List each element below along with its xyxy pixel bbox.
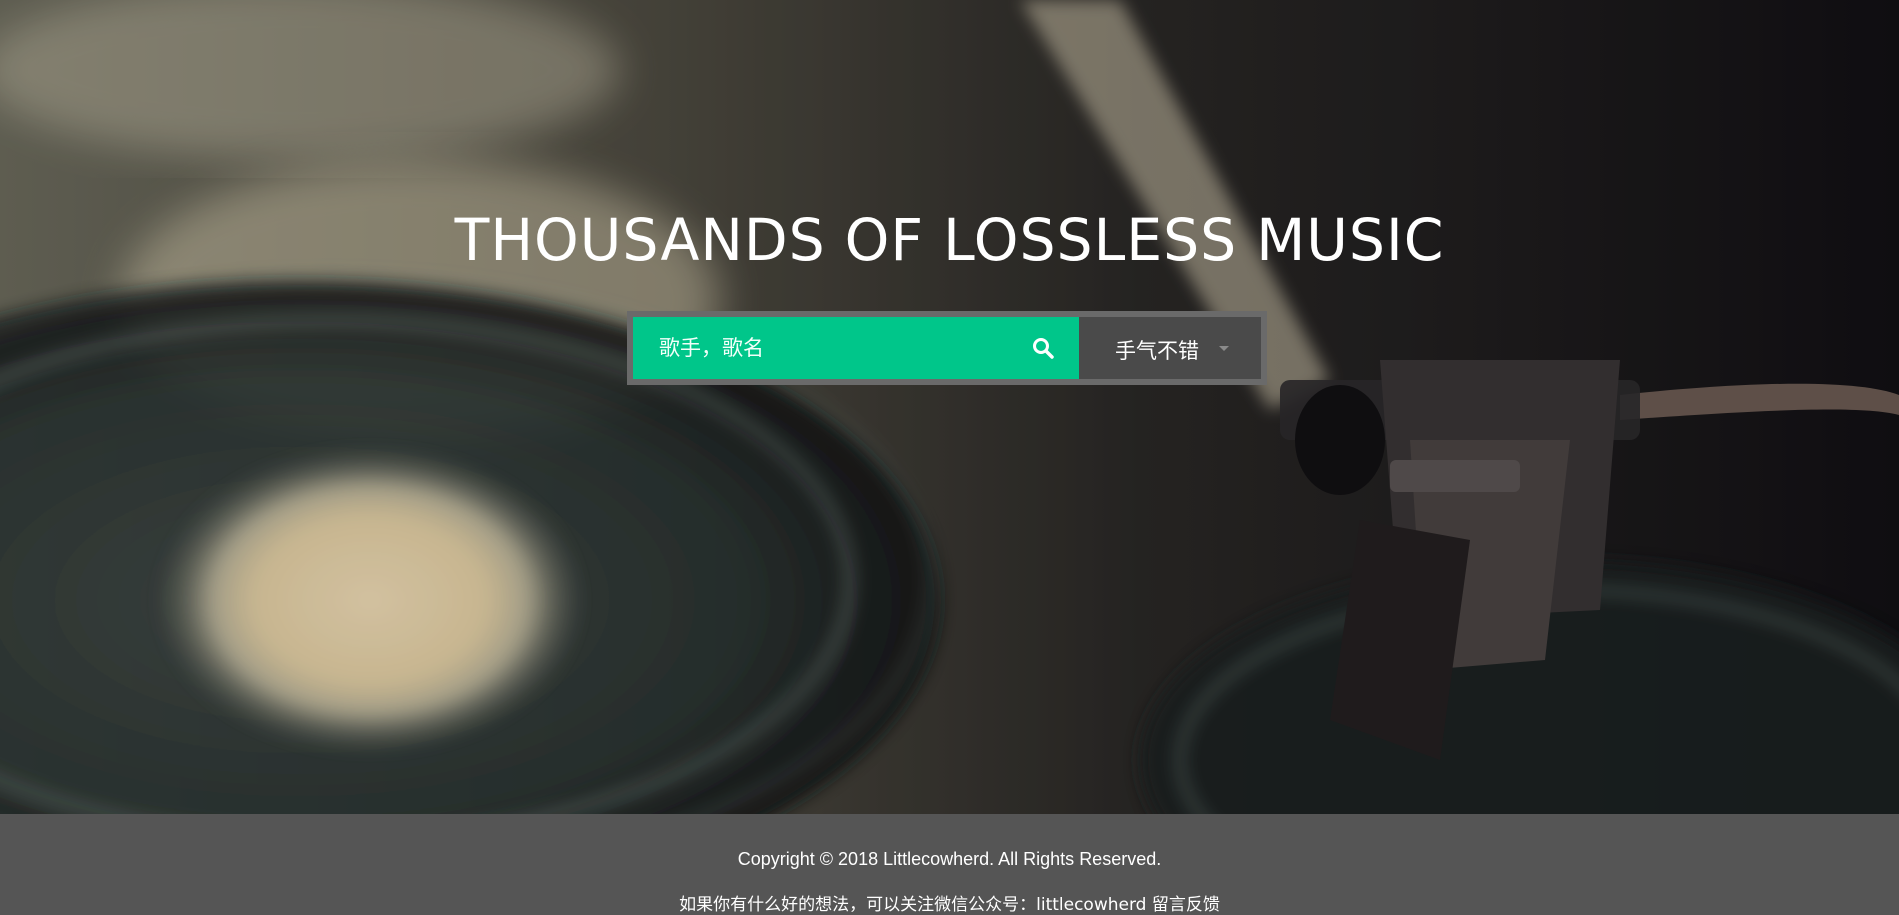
hero-section: THOUSANDS OF LOSSLESS MUSIC 手气不错	[0, 0, 1899, 814]
search-icon[interactable]	[1031, 336, 1055, 360]
lucky-dropdown[interactable]: 手气不错	[1079, 317, 1261, 379]
search-bar: 手气不错	[627, 311, 1267, 385]
feedback-text: 如果你有什么好的想法，可以关注微信公众号：littlecowherd 留言反馈	[679, 895, 1220, 915]
turntable-background-image	[0, 0, 1899, 814]
dropdown-label: 手气不错	[1115, 339, 1199, 363]
search-input[interactable]	[633, 317, 1079, 379]
copyright-text: Copyright © 2018 Littlecowherd. All Righ…	[737, 849, 1162, 869]
hero-title: THOUSANDS OF LOSSLESS MUSIC	[454, 206, 1445, 274]
caret-down-icon	[1219, 346, 1229, 351]
search-input-wrapper	[633, 317, 1079, 379]
footer: Copyright © 2018 Littlecowherd. All Righ…	[0, 814, 1899, 915]
